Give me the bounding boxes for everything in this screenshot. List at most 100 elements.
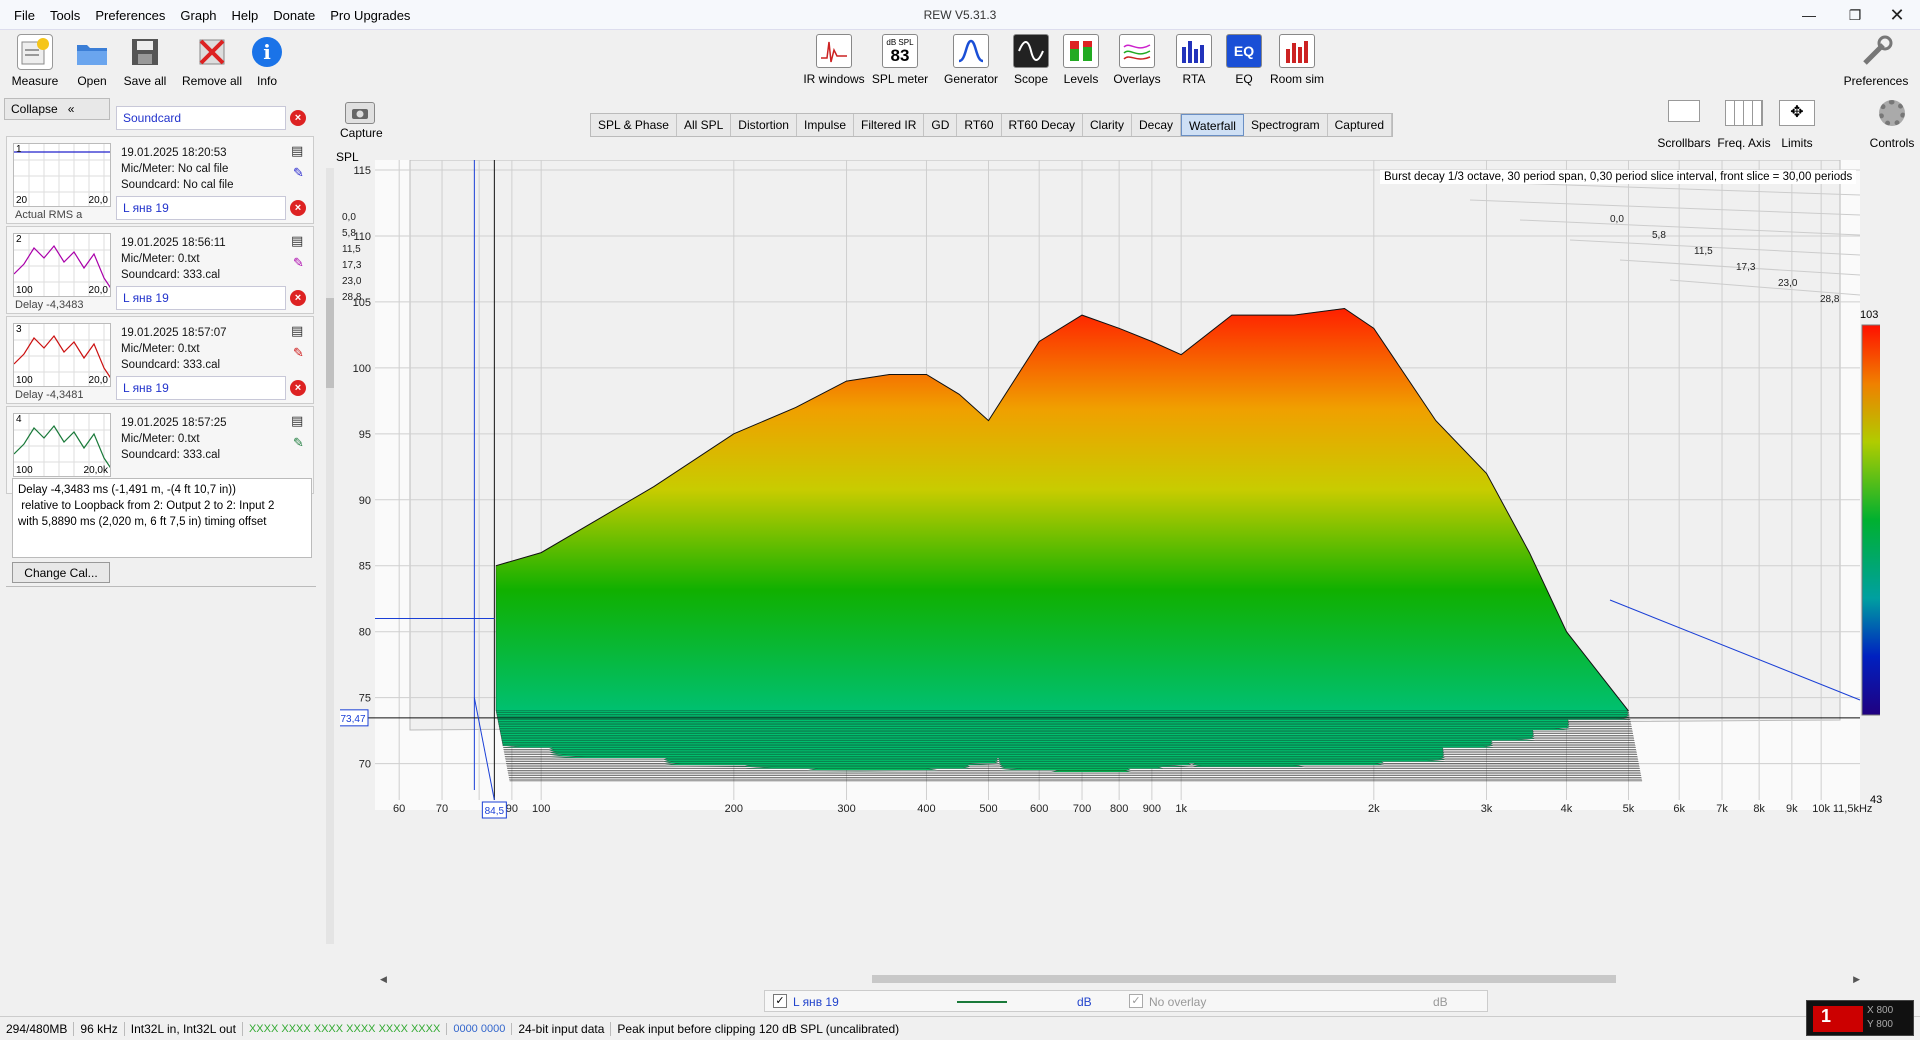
x-tick-label: 200	[725, 803, 743, 815]
minimize-button[interactable]: —	[1786, 0, 1832, 30]
color-scale-max: 103	[1860, 309, 1879, 321]
measurement-extra: Delay -4,3483	[15, 299, 84, 311]
chart-icon[interactable]: ▤	[291, 413, 303, 429]
tab-spl-phase[interactable]: SPL & Phase	[591, 114, 677, 136]
measurement-thumbnail: 2 100 20,0	[13, 233, 111, 297]
x-tick-label: 4k	[1561, 803, 1573, 815]
restore-button[interactable]: ❐	[1832, 0, 1878, 30]
pen-icon[interactable]: ✎	[293, 165, 304, 181]
depth-label-right: 17,3	[1736, 262, 1756, 273]
pen-icon[interactable]: ✎	[293, 345, 304, 361]
collapse-button[interactable]: Collapse «	[4, 98, 110, 120]
tab-decay[interactable]: Decay	[1132, 114, 1182, 136]
controls-button[interactable]: Controls	[1864, 100, 1920, 150]
remove-measurement-icon[interactable]: ×	[290, 110, 306, 126]
measurement-name-field[interactable]: L янв 19	[116, 196, 286, 220]
x-tick-label: 700	[1073, 803, 1091, 815]
limits-button[interactable]: ✥ Limits	[1772, 100, 1822, 150]
chart-icon[interactable]: ▤	[291, 323, 303, 339]
room-sim-icon	[1279, 34, 1315, 68]
chart-icon[interactable]: ▤	[291, 233, 303, 249]
input-bits: XXXX XXXX XXXX XXXX XXXX XXXX	[243, 1022, 448, 1035]
measurement-name-field[interactable]: L янв 19	[116, 286, 286, 310]
x-tick-label: 5k	[1623, 803, 1635, 815]
tab-gd[interactable]: GD	[924, 114, 958, 136]
x-tick-label: 60	[393, 803, 405, 815]
measurement-name-field[interactable]: Soundcard	[116, 106, 286, 130]
tab-clarity[interactable]: Clarity	[1083, 114, 1133, 136]
depth-label-left: 23,0	[342, 276, 362, 287]
change-cal-button[interactable]: Change Cal...	[12, 562, 110, 583]
tab-spectrogram[interactable]: Spectrogram	[1244, 114, 1328, 136]
pen-icon[interactable]: ✎	[293, 255, 304, 271]
spl-meter-button[interactable]: dB SPL 83 SPL meter	[860, 34, 940, 86]
overlay-label: No overlay	[1149, 995, 1207, 1009]
scroll-thumb[interactable]	[872, 975, 1616, 983]
capture-button[interactable]: Capture	[340, 102, 383, 140]
tab-filtered-ir[interactable]: Filtered IR	[854, 114, 925, 136]
x-cursor-value: 84,5	[485, 806, 505, 817]
x-tick-label: 90	[506, 803, 518, 815]
overlay-unit: dB	[1433, 995, 1448, 1009]
tab-rt60[interactable]: RT60	[957, 114, 1002, 136]
room-sim-button[interactable]: Room sim	[1257, 34, 1337, 86]
remove-measurement-icon[interactable]: ×	[290, 200, 306, 216]
freq-axis-button[interactable]: Freq. Axis	[1714, 100, 1774, 150]
peak-input: Peak input before clipping 120 dB SPL (u…	[617, 1021, 900, 1036]
chart-icon[interactable]: ▤	[291, 143, 303, 159]
measurement-thumbnail: 3 100 20,0	[13, 323, 111, 387]
y-cursor-value: 73,47	[340, 714, 365, 725]
y-tick-label: 115	[353, 165, 371, 177]
measurement-notes[interactable]: Delay -4,3483 ms (-1,491 m, -(4 ft 10,7 …	[12, 478, 312, 558]
wrench-icon	[1858, 34, 1894, 70]
color-scale-min: 43	[1870, 794, 1883, 806]
title-bar: File Tools Preferences Graph Help Donate…	[0, 0, 1920, 30]
y-tick-label: 75	[359, 693, 371, 705]
input-meter-widget[interactable]: 1 X 800 Y 800	[1806, 1000, 1914, 1036]
measurement-info: 19.01.2025 18:56:11 Mic/Meter: 0.txt Sound…	[121, 237, 226, 281]
output-bits: 0000 0000	[447, 1022, 513, 1035]
gear-icon	[1879, 100, 1905, 126]
remove-measurement-icon[interactable]: ×	[290, 380, 306, 396]
sample-rate: 96 kHz	[74, 1021, 125, 1036]
close-button[interactable]: ✕	[1874, 0, 1920, 30]
tab-all-spl[interactable]: All SPL	[677, 114, 732, 136]
pen-icon[interactable]: ✎	[293, 435, 304, 451]
tab-rt60-decay[interactable]: RT60 Decay	[1002, 114, 1083, 136]
y-tick-label: 85	[359, 561, 371, 573]
measurement-name-field[interactable]: L янв 19	[116, 376, 286, 400]
xy-readout-y: Y 800	[1867, 1019, 1893, 1030]
horizontal-scrollbar[interactable]: ◀ ▶	[380, 974, 1860, 984]
remove-measurement-icon[interactable]: ×	[290, 290, 306, 306]
tab-waterfall[interactable]: Waterfall	[1181, 114, 1244, 136]
legend-bar: ✓ L янв 19 dB ✓ No overlay dB	[764, 990, 1488, 1012]
panel-scrollbar[interactable]	[326, 168, 334, 944]
scrollbars-button[interactable]: Scrollbars	[1656, 100, 1712, 150]
y-tick-label: 90	[359, 495, 371, 507]
x-tick-label: 100	[532, 803, 550, 815]
generator-icon	[953, 34, 989, 68]
y-tick-label: 80	[359, 627, 371, 639]
input-bit-depth: 24-bit input data	[512, 1021, 612, 1036]
tab-distortion[interactable]: Distortion	[731, 114, 797, 136]
depth-label-left: 28,8	[342, 292, 362, 303]
overlays-icon	[1119, 34, 1155, 68]
x-tick-label: 70	[436, 803, 448, 815]
double-chevron-left-icon: «	[67, 102, 75, 116]
legend-unit: dB	[1077, 995, 1092, 1009]
waterfall-plot[interactable]: 1151101051009590858075706070890100200300…	[336, 140, 1910, 980]
freq-axis-icon	[1725, 100, 1763, 126]
preferences-button[interactable]: Preferences	[1836, 34, 1916, 88]
limits-icon: ✥	[1779, 100, 1815, 126]
tab-captured[interactable]: Captured	[1328, 114, 1393, 136]
y-tick-label: 100	[353, 363, 371, 375]
measurement-thumbnail: 1 20 20,0	[13, 143, 111, 207]
save-icon	[127, 34, 163, 70]
overlay-checkbox[interactable]: ✓	[1129, 994, 1143, 1008]
info-button[interactable]: i Info	[227, 34, 307, 88]
y-tick-label: 110	[353, 231, 371, 243]
x-tick-label: 11,5kHz	[1833, 803, 1873, 815]
depth-label-right: 23,0	[1778, 278, 1798, 289]
legend-checkbox[interactable]: ✓	[773, 994, 787, 1008]
tab-impulse[interactable]: Impulse	[797, 114, 855, 136]
